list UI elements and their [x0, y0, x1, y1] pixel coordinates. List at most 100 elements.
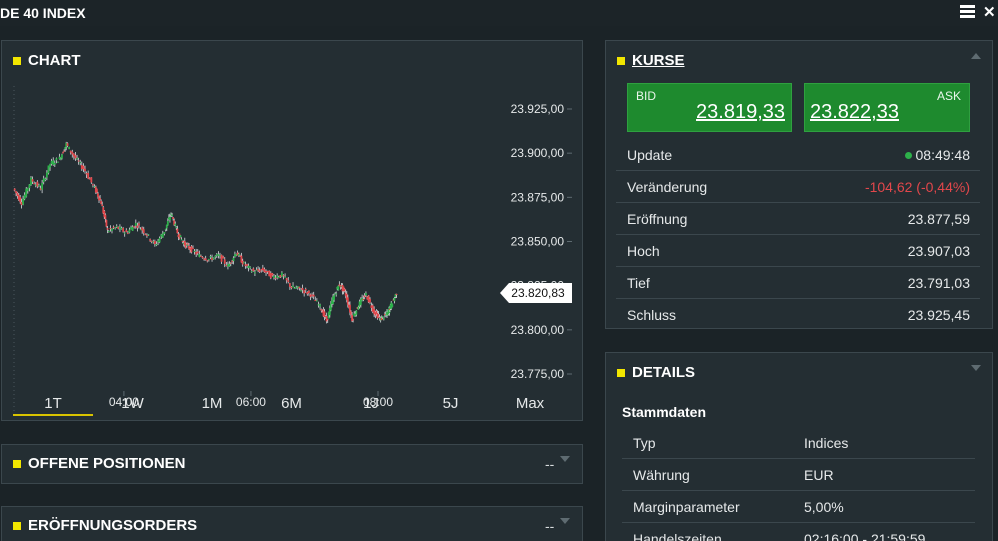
quote-row-change: Veränderung -104,62 (-0,44%): [616, 171, 980, 203]
candle-body: [287, 280, 290, 283]
candle-body: [61, 154, 63, 159]
candle-body: [309, 294, 312, 298]
details-panel-title[interactable]: DETAILS: [617, 364, 695, 381]
candle-body: [142, 229, 145, 234]
ask-price[interactable]: 23.822,33: [810, 101, 899, 124]
chevron-down-icon[interactable]: [560, 518, 570, 524]
quote-row-label: Veränderung: [627, 179, 708, 195]
candle-body: [306, 292, 309, 295]
candle-body: [317, 304, 320, 306]
candle-body: [176, 228, 179, 234]
candle-body: [228, 263, 231, 267]
open-positions-title-text: OFFENE POSITIONEN: [28, 455, 186, 472]
candle-body: [122, 227, 125, 232]
details-row-value: EUR: [804, 467, 834, 483]
candle-body: [393, 297, 396, 302]
candle-body: [85, 173, 88, 175]
details-row-type: Typ Indices: [622, 427, 975, 459]
candle-body: [201, 256, 204, 259]
candle-body: [355, 310, 358, 315]
range-tab-6m[interactable]: 6M: [252, 395, 332, 412]
details-section-heading: Stammdaten: [622, 404, 707, 420]
candle-body: [382, 318, 385, 320]
candle-body: [39, 188, 42, 190]
details-row-margin: Marginparameter 5,00%: [622, 491, 975, 523]
candle-body: [288, 283, 291, 287]
candle-body: [225, 264, 228, 266]
candle-body: [381, 316, 384, 318]
candle-body: [133, 226, 136, 228]
candle-body: [160, 234, 163, 237]
candle-body: [315, 300, 318, 302]
quote-row-value: 23.791,03: [907, 275, 970, 291]
details-panel: DETAILS Stammdaten Typ Indices Währung E…: [605, 352, 993, 541]
candle-body: [200, 255, 202, 257]
candle-body: [365, 293, 367, 296]
opening-orders-title-text: ERÖFFNUNGSORDERS: [28, 517, 198, 534]
details-row-label: Handelszeiten: [633, 531, 722, 541]
chevron-up-icon[interactable]: [971, 53, 981, 59]
candle-body: [149, 239, 152, 241]
open-positions-panel[interactable]: OFFENE POSITIONEN --: [1, 444, 583, 484]
candle-body: [152, 241, 155, 243]
candle-body: [157, 240, 159, 243]
details-panel-title-text: DETAILS: [632, 364, 696, 381]
range-tab-1j[interactable]: 1J: [331, 395, 411, 412]
candle-body: [296, 286, 299, 288]
candle-body: [72, 153, 75, 157]
candle-body: [49, 164, 51, 168]
candle-body: [106, 228, 109, 230]
hamburger-menu-icon[interactable]: [960, 5, 975, 20]
bid-price[interactable]: 23.819,33: [696, 101, 785, 124]
candle-body: [57, 161, 59, 163]
candle-body: [229, 262, 232, 264]
candle-body: [99, 198, 101, 200]
quotes-panel-title-text[interactable]: KURSE: [632, 52, 685, 69]
candle-body: [284, 276, 286, 278]
candle-body: [77, 160, 80, 162]
range-tab-max[interactable]: Max: [490, 395, 570, 412]
candle-body: [246, 264, 248, 266]
candle-body: [266, 270, 269, 272]
candle-body: [244, 264, 247, 267]
candle-body: [377, 314, 380, 317]
quote-row-value: 08:49:48: [904, 147, 970, 163]
bid-button[interactable]: BID 23.819,33: [627, 83, 792, 132]
candle-body: [38, 185, 40, 187]
range-tab-1m[interactable]: 1M: [172, 395, 252, 412]
title-marker-icon: [13, 459, 21, 468]
candle-body: [100, 200, 103, 205]
candle-body: [25, 188, 28, 197]
candle-body: [138, 223, 140, 226]
candle-body: [265, 271, 267, 273]
candle-body: [144, 233, 147, 235]
candle-body: [257, 269, 259, 271]
range-tab-5j[interactable]: 5J: [411, 395, 491, 412]
candle-body: [247, 265, 250, 269]
quote-row-label: Schluss: [627, 307, 677, 323]
chevron-down-icon[interactable]: [560, 456, 570, 462]
candle-body: [250, 271, 253, 273]
candle-body: [326, 319, 329, 321]
candle-body: [337, 285, 340, 291]
candle-body: [104, 214, 107, 220]
opening-orders-panel[interactable]: ERÖFFNUNGSORDERS --: [1, 506, 583, 541]
quote-row-value: 23.925,45: [907, 307, 970, 323]
quotes-panel-title[interactable]: KURSE: [617, 52, 685, 69]
candle-body: [170, 213, 172, 215]
candle-body: [357, 306, 360, 310]
candle-body: [146, 235, 148, 237]
candle-body: [134, 222, 137, 226]
bid-label: BID: [636, 89, 657, 103]
ask-button[interactable]: ASK 23.822,33: [804, 83, 970, 132]
chart-panel: CHART 23.925,00 23.900,00 23.875,00 23.850,…: [1, 40, 583, 421]
title-marker-icon: [617, 56, 625, 65]
range-tab-1w[interactable]: 1W: [93, 395, 173, 412]
chevron-down-icon[interactable]: [971, 365, 981, 371]
candle-body: [300, 290, 302, 292]
range-tab-1t[interactable]: 1T: [13, 395, 93, 416]
candle-body: [274, 277, 277, 279]
title-marker-icon: [13, 521, 21, 530]
close-icon[interactable]: ✕: [983, 3, 996, 21]
price-chart[interactable]: 23.925,00 23.900,00 23.875,00 23.850,00 23.8…: [2, 71, 582, 411]
